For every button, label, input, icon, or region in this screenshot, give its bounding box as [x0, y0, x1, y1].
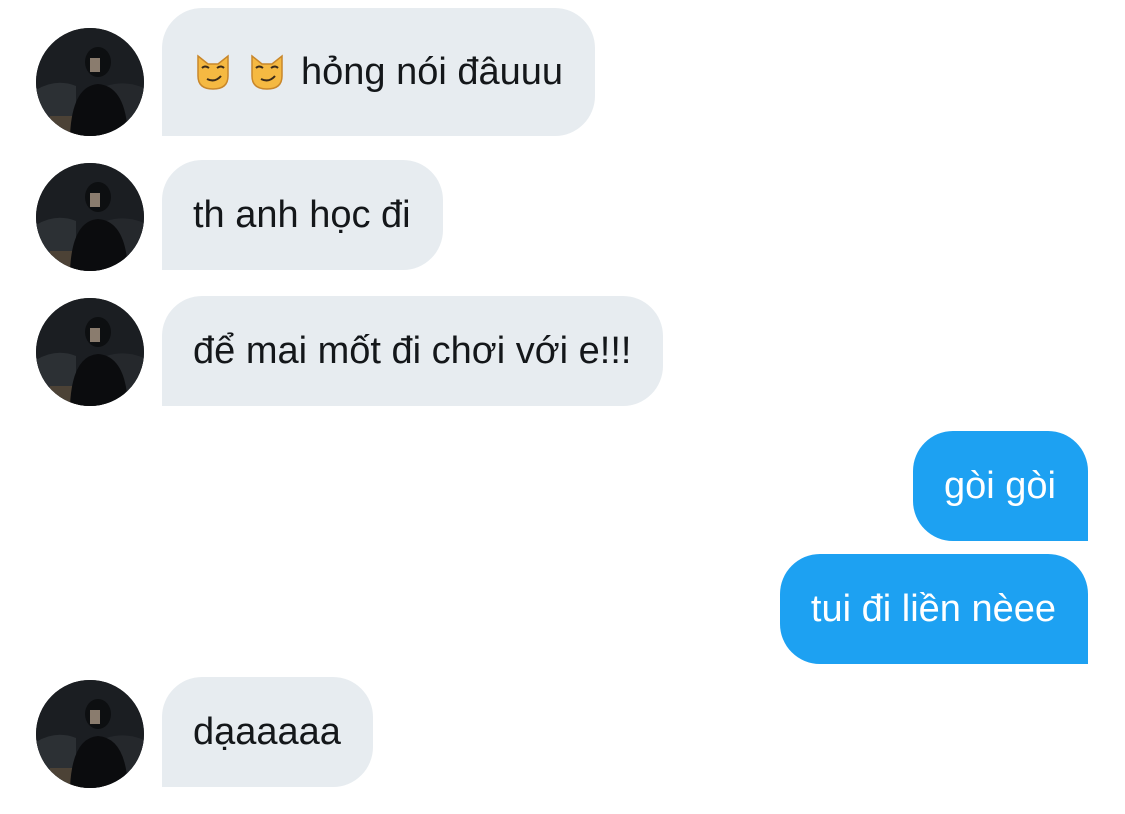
- sender-avatar[interactable]: [36, 28, 144, 136]
- message-text: để mai mốt đi chơi với e!!!: [193, 330, 632, 372]
- message-bubble-incoming[interactable]: th anh học đi: [162, 160, 443, 270]
- message-text: dạaaaaa: [193, 711, 341, 753]
- message-text: th anh học đi: [193, 194, 411, 236]
- avatar-photo-icon: [36, 163, 144, 271]
- sender-avatar[interactable]: [36, 298, 144, 406]
- smirking-cat-icon: [247, 52, 287, 92]
- sender-avatar[interactable]: [36, 163, 144, 271]
- message-bubble-incoming[interactable]: hỏng nói đâuuu: [162, 8, 596, 136]
- message-text: hỏng nói đâuuu: [301, 51, 564, 93]
- message-bubble-incoming[interactable]: dạaaaaa: [162, 677, 373, 787]
- smirking-cat-icon: [193, 52, 233, 92]
- message-text: gòi gòi: [944, 465, 1056, 507]
- avatar-photo-icon: [36, 28, 144, 136]
- avatar-photo-icon: [36, 298, 144, 406]
- message-bubble-incoming[interactable]: để mai mốt đi chơi với e!!!: [162, 296, 664, 406]
- sender-avatar[interactable]: [36, 680, 144, 788]
- message-bubble-outgoing[interactable]: gòi gòi: [913, 431, 1088, 541]
- avatar-photo-icon: [36, 680, 144, 788]
- message-bubble-outgoing[interactable]: tui đi liền nèee: [779, 554, 1088, 664]
- message-text: tui đi liền nèee: [810, 588, 1056, 630]
